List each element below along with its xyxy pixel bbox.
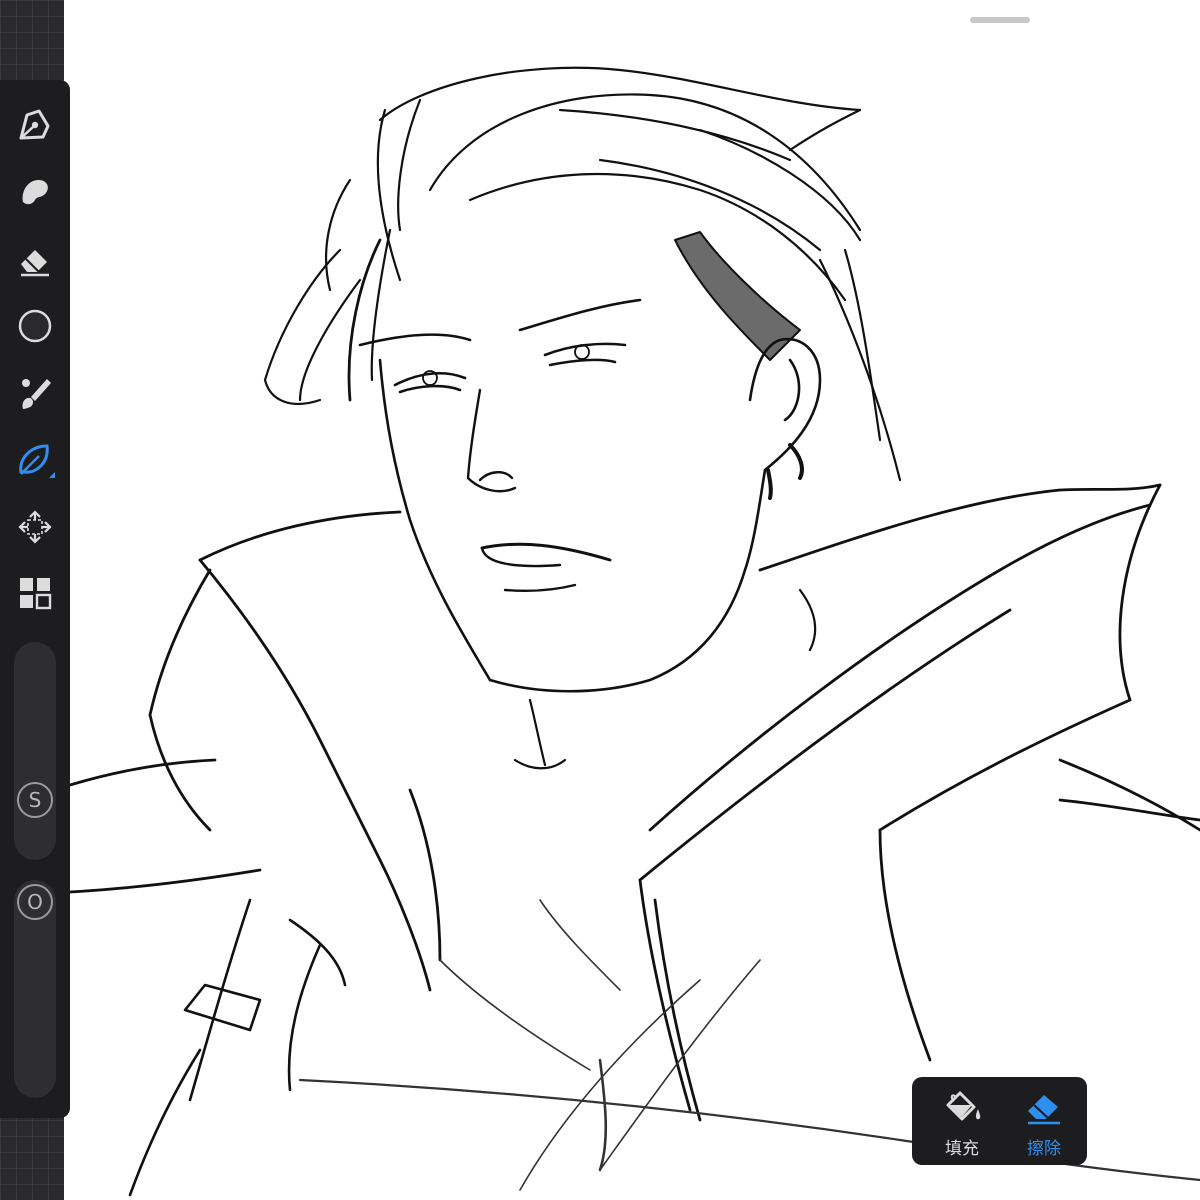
color-button[interactable]: [12, 303, 58, 349]
opacity-slider-label: O: [27, 890, 43, 914]
paint-bucket-icon: [946, 1091, 981, 1121]
draw-tool-button[interactable]: [12, 102, 58, 148]
canvas-drag-handle[interactable]: [970, 17, 1030, 23]
opacity-slider-knob[interactable]: O: [17, 884, 53, 920]
lasso-leaf-icon: [19, 444, 55, 478]
pen-nib-icon: [19, 109, 50, 140]
eraser-tool-button[interactable]: [12, 237, 58, 283]
eraser-icon: [1028, 1095, 1060, 1125]
sketch-artwork: [68, 66, 1200, 1197]
transform-tool-button[interactable]: [12, 504, 58, 550]
erase-button[interactable]: 擦除: [1004, 1077, 1084, 1165]
smudge-icon: [22, 180, 48, 205]
layers-grid-icon: [20, 578, 52, 610]
color-circle-icon: [18, 309, 52, 343]
eraser-icon: [21, 250, 49, 277]
size-slider-knob[interactable]: S: [17, 782, 53, 818]
brush-icon: [22, 379, 51, 409]
left-toolbar: S O: [0, 80, 70, 1118]
selection-tool-button[interactable]: [12, 437, 58, 483]
erase-label: 擦除: [1027, 1139, 1061, 1159]
size-slider-label: S: [28, 788, 42, 812]
brush-opacity-slider[interactable]: O: [14, 880, 56, 1098]
fill-label: 填充: [945, 1139, 979, 1159]
layers-button[interactable]: [12, 570, 58, 616]
fill-button[interactable]: 填充: [922, 1077, 1002, 1165]
move-arrows-icon: [18, 510, 52, 544]
brushes-button[interactable]: [12, 370, 58, 416]
smudge-tool-button[interactable]: [12, 169, 58, 215]
fill-erase-popup: 填充 擦除: [912, 1077, 1087, 1165]
brush-size-slider[interactable]: S: [14, 642, 56, 860]
drawing-canvas[interactable]: [64, 0, 1200, 1200]
